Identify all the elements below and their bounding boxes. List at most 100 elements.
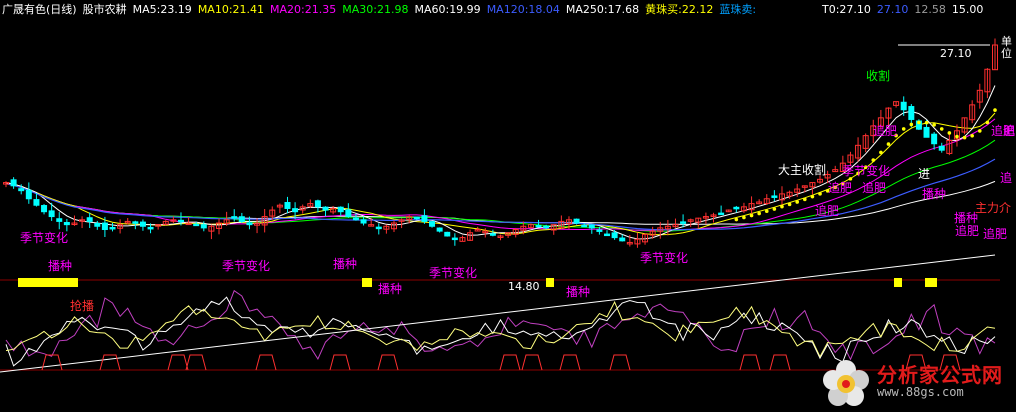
buy-bead: [917, 120, 921, 125]
candle-body: [573, 218, 580, 224]
candle-body: [436, 227, 443, 232]
ma-legend-item: 黄珠买:22.12: [645, 3, 714, 16]
candle-body: [489, 233, 496, 236]
candle-body: [200, 224, 207, 229]
buy-bead: [879, 150, 883, 155]
candle-body: [246, 222, 253, 226]
buy-bead: [947, 131, 952, 135]
candle-body: [931, 133, 938, 145]
buy-bead: [886, 142, 891, 146]
candle-body: [771, 195, 778, 198]
buy-bead: [970, 133, 974, 138]
stock-title: 广晟有色(日线): [2, 3, 77, 16]
ma-legend-item: 蓝珠卖:: [719, 3, 757, 16]
stock-chart[interactable]: 27.1014.80收割追肥追肥追肥 追肥追肥追肥 追肥追追季节变化季节变化季节变化…: [0, 0, 1016, 412]
candle-body: [292, 208, 299, 213]
buy-bead: [803, 197, 807, 202]
candle-body: [596, 229, 603, 232]
buy-bead: [734, 217, 739, 222]
candle-body: [543, 225, 550, 229]
candle-body: [18, 188, 25, 192]
bottom-signal: [769, 354, 791, 371]
candle-body: [63, 222, 70, 226]
candle-body: [101, 222, 108, 231]
chart-annotation: 季节变化: [640, 250, 688, 265]
indicator-name: 股市农耕: [82, 3, 127, 16]
chart-annotation: 追肥: [873, 123, 897, 138]
ma-legend-item: MA10:21.41: [197, 3, 265, 16]
bottom-signal: [255, 354, 277, 371]
ma-legend-item: MA20:21.35: [270, 3, 337, 16]
chart-annotation: 主力介: [975, 201, 1011, 215]
buy-bead: [939, 127, 944, 131]
osc-line-purple: [5, 289, 996, 361]
chart-annotation: 追肥: [828, 180, 852, 195]
buy-bead: [901, 127, 906, 131]
bottom-signal: [559, 354, 581, 371]
header-right-value: 12.58: [914, 3, 946, 16]
osc-line-yellow: [5, 300, 996, 358]
candle-body: [314, 200, 321, 208]
chart-annotation: 追肥: [983, 226, 1007, 241]
candle-body: [345, 209, 352, 218]
ma-legend-item: MA250:17.68: [565, 3, 640, 16]
chart-annotation: 收割: [866, 68, 890, 83]
buy-bead: [977, 129, 982, 133]
bottom-signal: [99, 354, 121, 371]
ma-legend-item: MA5:23.19: [132, 3, 192, 16]
candle-body: [938, 145, 945, 151]
buy-bead: [742, 215, 746, 220]
candle-body: [611, 232, 618, 239]
candle-body: [375, 226, 382, 230]
buy-bead: [924, 120, 929, 125]
bottom-signal: [499, 354, 521, 371]
candle-body: [680, 221, 687, 224]
candle-body: [193, 223, 200, 227]
buy-signal-bar: [894, 278, 902, 287]
candle-body: [581, 224, 588, 228]
buy-bead: [749, 213, 754, 218]
candle-body: [718, 212, 725, 216]
candle-body: [733, 206, 740, 210]
buy-bead: [962, 135, 967, 140]
candle-body: [177, 219, 184, 223]
buy-bead: [985, 120, 990, 125]
buy-bead: [818, 192, 822, 196]
candle-body: [41, 205, 48, 213]
buy-bead: [810, 194, 815, 199]
candle-body: [444, 231, 451, 237]
watermark-title: 分析家公式网: [877, 363, 1003, 387]
candle-body: [284, 202, 291, 209]
chart-annotation: 播种: [333, 257, 357, 271]
bottom-signal: [41, 354, 63, 371]
candle-body: [900, 101, 907, 111]
candle-body: [231, 216, 238, 219]
buy-bead: [764, 209, 769, 214]
chart-annotation: 追肥: [815, 203, 839, 218]
candle-body: [429, 221, 436, 227]
chart-annotation: 追: [1003, 123, 1015, 138]
buy-signal-bar: [362, 278, 372, 287]
buy-bead: [772, 207, 777, 211]
chart-annotation: 播种: [566, 285, 590, 299]
chart-annotation: 播种: [48, 259, 72, 273]
candle-body: [86, 217, 93, 222]
candle-body: [109, 226, 116, 230]
candle-body: [360, 219, 367, 224]
buy-bead: [909, 122, 914, 127]
bottom-signal: [609, 354, 631, 371]
header-right-value: T0:27.10: [822, 3, 871, 16]
unit-label: 单位: [1001, 35, 1012, 60]
chart-annotation: 追肥: [862, 180, 886, 195]
buy-bead: [932, 123, 936, 127]
high-price-label: 27.10: [940, 47, 972, 60]
candle-body: [908, 106, 915, 120]
buy-bead: [795, 200, 799, 204]
buy-bead: [871, 158, 876, 162]
candle-body: [94, 222, 101, 227]
candle-body: [604, 233, 611, 237]
candle-body: [56, 218, 63, 222]
buy-bead: [993, 108, 997, 112]
buy-bead: [955, 134, 959, 139]
buy-bead: [787, 202, 792, 207]
